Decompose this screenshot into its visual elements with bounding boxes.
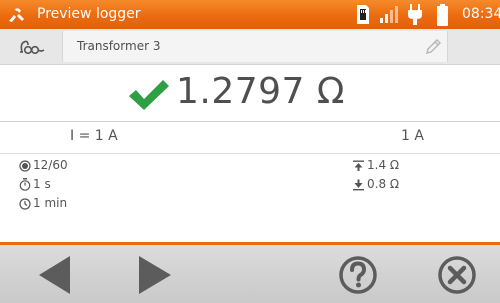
sd-card-icon xyxy=(357,5,369,24)
duration-setting: 1 min xyxy=(19,196,67,211)
help-icon xyxy=(339,256,377,294)
lower-limit-value: 0.8 Ω xyxy=(367,177,400,191)
record-name-field[interactable]: Transformer 3 xyxy=(62,31,448,62)
logger-icon xyxy=(9,8,24,22)
current-row: I = 1 A 1 A xyxy=(0,122,500,153)
details-panel: 12/60 1 s 1 min 1.4 Ω 0.8 Ω xyxy=(0,154,500,242)
result-value: 1.2797 Ω xyxy=(176,71,345,112)
record-name: Transformer 3 xyxy=(77,39,161,53)
coil-icon xyxy=(19,40,44,54)
close-icon xyxy=(438,256,476,294)
signal-icon xyxy=(380,6,398,23)
lower-limit: 0.8 Ω xyxy=(352,177,399,192)
result-panel: 1.2797 Ω xyxy=(0,65,500,121)
next-button[interactable] xyxy=(134,253,178,297)
close-button[interactable] xyxy=(435,253,479,297)
status-bar: Preview logger 08:34 xyxy=(0,0,500,29)
test-current-setting: I = 1 A xyxy=(70,128,118,144)
bottom-toolbar xyxy=(0,245,500,303)
check-icon xyxy=(129,80,169,110)
plug-icon xyxy=(408,4,422,25)
measurement-count: 12/60 xyxy=(19,158,68,173)
record-icon xyxy=(19,159,31,172)
interval-setting: 1 s xyxy=(19,177,51,192)
clock-icon xyxy=(19,197,31,210)
stopwatch-icon xyxy=(19,178,31,191)
arrow-left-icon xyxy=(39,256,70,294)
record-type-button[interactable] xyxy=(5,31,60,62)
count-value: 12/60 xyxy=(33,158,68,172)
upper-limit-value: 1.4 Ω xyxy=(367,158,400,172)
interval-value: 1 s xyxy=(33,177,51,191)
previous-button[interactable] xyxy=(34,253,78,297)
lower-limit-icon xyxy=(353,179,364,190)
duration-value: 1 min xyxy=(33,196,68,210)
measured-current: 1 A xyxy=(401,128,424,144)
window-title: Preview logger xyxy=(37,6,141,22)
clock: 08:34 xyxy=(462,6,500,22)
battery-icon xyxy=(437,4,448,26)
upper-limit-icon xyxy=(353,160,364,171)
record-name-row: Transformer 3 xyxy=(0,29,500,65)
arrow-right-icon xyxy=(139,256,171,294)
pencil-icon[interactable] xyxy=(423,37,443,57)
help-button[interactable] xyxy=(336,253,380,297)
upper-limit: 1.4 Ω xyxy=(352,158,399,173)
